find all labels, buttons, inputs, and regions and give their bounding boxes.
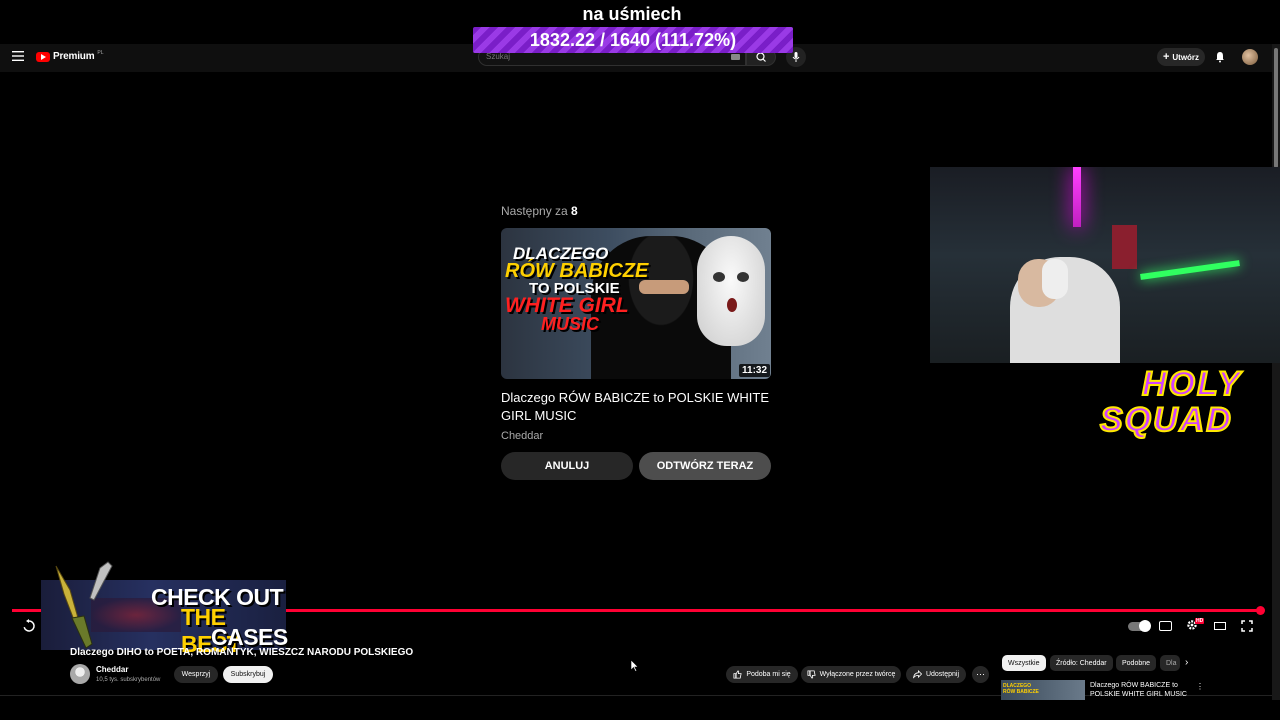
hamburger-menu-icon[interactable] [12,51,24,61]
webcam-headphones [1042,259,1068,299]
logo-text: Premium [53,51,95,62]
thumbnail-mask-eye-right [737,272,749,282]
thumbs-up-icon [733,670,742,679]
webcam-neon-light [1073,167,1081,227]
thumbnail-text-line5: MUSIC [541,314,599,334]
up-next-countdown: 8 [571,204,578,218]
keyboard-icon[interactable] [731,54,740,60]
share-button[interactable]: Udostępnij [906,666,966,683]
dislike-button[interactable]: Wyłączone przez twórcę [801,666,901,683]
knife-icon [55,561,113,649]
subscribe-button[interactable]: Subskrybuj [223,666,273,683]
dislike-label: Wyłączone przez twórcę [819,671,896,678]
hd-badge: HD [1195,618,1205,624]
chip-for-you[interactable]: Dla [1160,655,1180,671]
bottom-strip [0,700,1280,720]
play-now-button[interactable]: ODTWÓRZ TERAZ [639,452,771,480]
related-video-title[interactable]: Dlaczego RÓW BABICZE to POLSKIE WHITE GI… [1090,681,1190,699]
thumbs-down-icon [807,670,816,679]
chip-all[interactable]: Wszystkie [1002,655,1046,671]
stream-goal-progress-text: 1832.22 / 1640 (111.72%) [529,30,737,50]
mouse-cursor-icon [631,660,639,672]
up-next-thumbnail[interactable]: DLACZEGO RÓW BABICZE TO POLSKIE WHITE GI… [501,228,771,379]
chip-from-channel[interactable]: Źródło: Cheddar [1050,655,1113,671]
like-label: Podoba mi się [746,671,791,678]
thumbnail-white-mask [697,236,765,346]
create-button[interactable]: + Utwórz [1157,48,1205,66]
subscriber-count: 10,5 tys. subskrybentów [96,677,161,683]
cancel-autoplay-button[interactable]: ANULUJ [501,452,633,480]
youtube-premium-logo[interactable]: Premium PL [36,49,104,62]
video-duration-badge: 11:32 [739,364,771,377]
chip-related[interactable]: Podobne [1116,655,1157,671]
more-dots-icon: ⋯ [976,669,985,679]
stream-goal-progress-bar: 1832.22 / 1640 (111.72%) [473,27,793,53]
support-button[interactable]: Wesprzyj [174,666,218,683]
thumbnail-mask-mouth [727,298,737,312]
youtube-play-icon [36,51,50,62]
up-next-channel-name[interactable]: Cheddar [501,430,543,442]
video-title: Dlaczego DIHO to POETA, ROMANTYK, WIESZC… [70,647,414,658]
logo-country-code: PL [97,49,104,56]
chevron-right-icon[interactable]: › [1185,657,1188,668]
fullscreen-icon[interactable] [1241,620,1253,632]
up-next-video-title[interactable]: Dlaczego RÓW BABICZE to POLSKIE WHITE GI… [501,389,776,425]
more-actions-button[interactable]: ⋯ [972,666,989,683]
share-icon [912,670,922,679]
notifications-bell-icon[interactable] [1214,51,1226,63]
webcam-background-object [1112,225,1137,269]
video-progress-scrubber[interactable] [1256,606,1265,615]
autoplay-toggle-knob[interactable] [1139,620,1151,632]
stream-goal-title: na uśmiech [582,4,682,24]
replay-icon[interactable] [22,619,36,633]
related-video-menu-icon[interactable]: ⋮ [1196,682,1204,691]
channel-avatar[interactable] [70,664,90,684]
related-thumb-text: DLACZEGO RÓW BABICZE [1003,683,1039,695]
plus-icon: + [1162,51,1170,63]
up-next-label: Następny za 8 [501,204,578,218]
search-placeholder: Szukaj [486,52,511,61]
scrollbar-thumb[interactable] [1274,48,1278,168]
user-avatar[interactable] [1242,49,1258,65]
subtitles-icon[interactable] [1159,621,1172,631]
create-label: Utwórz [1172,52,1200,62]
webcam-green-light [1140,260,1240,280]
share-label: Udostępnij [925,671,960,678]
holy-squad-line2: SQUAD [1099,401,1233,439]
holy-squad-logo: HOLY SQUAD [1090,365,1270,456]
thumbnail-mask-eye-left [713,272,725,282]
channel-name[interactable]: Cheddar [96,665,128,674]
theater-mode-icon[interactable] [1214,622,1226,630]
streamer-webcam [930,167,1280,363]
holy-squad-line1: HOLY [1141,365,1242,403]
related-video-thumbnail[interactable]: DLACZEGO RÓW BABICZE [1001,680,1085,700]
like-button[interactable]: Podoba mi się [726,666,798,683]
up-next-text: Następny za [501,204,568,218]
